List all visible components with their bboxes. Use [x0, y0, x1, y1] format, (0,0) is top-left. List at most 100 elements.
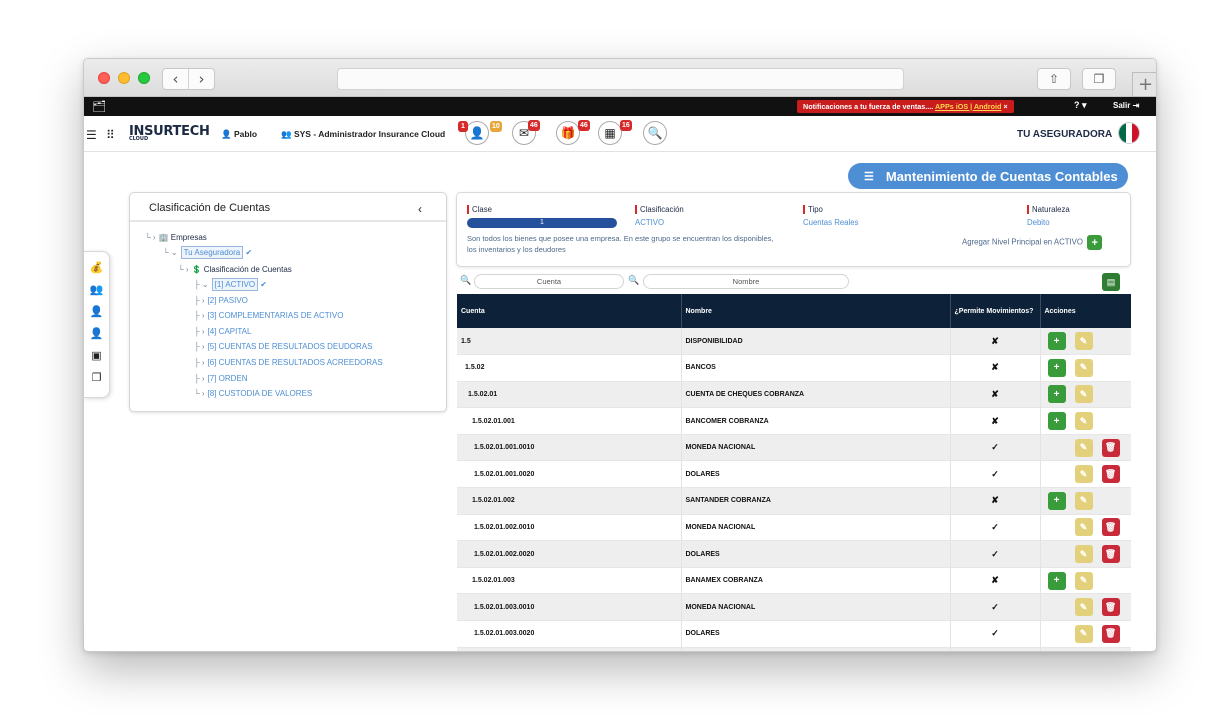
apps-grid-icon[interactable]: ⠿: [106, 128, 115, 142]
menu-icon[interactable]: ☰: [86, 128, 97, 142]
table-row: 1.5.02.01.003.0010 MONEDA NACIONAL ✓ ✎ 🗑: [457, 593, 1131, 622]
delete-button[interactable]: 🗑: [1101, 598, 1120, 617]
cell-nombre: MONEDA NACIONAL: [681, 434, 951, 462]
delete-button[interactable]: 🗑: [1101, 465, 1120, 484]
tree-item-capital[interactable]: ├ › [4] CAPITAL: [194, 327, 251, 336]
edit-button[interactable]: ✎: [1074, 571, 1093, 590]
close-window-button[interactable]: [98, 72, 110, 84]
help-icon[interactable]: ? ▾: [1074, 100, 1087, 111]
edit-button[interactable]: ✎: [1074, 545, 1093, 564]
cell-acciones: +✎: [1040, 381, 1131, 409]
add-child-button[interactable]: +: [1047, 491, 1066, 510]
cell-nombre: SANTANDER COBRANZA: [681, 487, 951, 515]
tree-item-deudoras[interactable]: ├ › [5] CUENTAS DE RESULTADOS DEUDORAS: [194, 342, 372, 351]
cell-nombre: BANCOMER COBRANZA: [681, 407, 951, 435]
share-icon[interactable]: ⇧: [1037, 68, 1071, 90]
cell-nombre: DOLARES: [681, 540, 951, 568]
briefcase-icon[interactable]: 🗂: [92, 100, 106, 113]
export-excel-button[interactable]: ▤: [1102, 273, 1120, 291]
back-button[interactable]: ‹: [163, 69, 189, 89]
cell-permite: ✘: [950, 487, 1041, 515]
address-bar[interactable]: [337, 68, 904, 90]
nombre-search-input[interactable]: Nombre: [643, 274, 849, 289]
mexico-flag-icon[interactable]: [1118, 122, 1140, 144]
user-name[interactable]: 👤 Pablo: [221, 129, 257, 140]
excel-icon[interactable]: ▣: [84, 345, 109, 367]
gift-icon[interactable]: 🎁: [556, 121, 580, 145]
delete-button[interactable]: 🗑: [1101, 624, 1120, 643]
tree-item-orden[interactable]: ├ › [7] ORDEN: [194, 374, 248, 383]
apps-link[interactable]: APPs iOS | Android: [935, 102, 1001, 111]
tree-item-pasivo[interactable]: ├ › [2] PASIVO: [194, 296, 248, 305]
app-header: ☰ ⠿ INSURTECH CLOUD 👤 Pablo 👥 SYS - Admin…: [84, 116, 1156, 152]
edit-button[interactable]: ✎: [1074, 332, 1093, 351]
cell-nombre: MONEDA NACIONAL: [681, 593, 951, 622]
tree-item-activo[interactable]: ├ ⌄ [1] ACTIVO ✔: [194, 278, 267, 291]
col-permite[interactable]: ¿Permite Movimientos?: [950, 294, 1041, 328]
search-icon[interactable]: 🔍: [643, 121, 667, 145]
notification-banner[interactable]: Notificaciones a tu fuerza de ventas....…: [797, 100, 1014, 113]
insurtech-logo[interactable]: INSURTECH CLOUD: [129, 124, 210, 142]
add-child-button[interactable]: +: [1048, 651, 1066, 652]
new-tab-button[interactable]: +: [1132, 72, 1156, 97]
tree-item-complementarias[interactable]: ├ › [3] COMPLEMENTARIAS DE ACTIVO: [194, 311, 343, 320]
cell-nombre: MONEDA NACIONAL: [681, 514, 951, 542]
users-icon[interactable]: 👤: [465, 121, 489, 145]
cell-acciones: ✎ 🗑: [1040, 460, 1131, 489]
tree-item-acreedoras[interactable]: ├ › [6] CUENTAS DE RESULTADOS ACREEDORAS: [194, 358, 383, 367]
edit-button[interactable]: ✎: [1074, 438, 1093, 457]
tabs-icon[interactable]: ❐: [1082, 68, 1116, 90]
table-row: 1.5 DISPONIBILIDAD ✘ + ✎: [457, 328, 1131, 356]
edit-button[interactable]: ✎: [1074, 358, 1093, 377]
accounts-tree-panel: Clasificación de Cuentas ‹ └ › 🏢 Empresas…: [129, 192, 447, 412]
add-child-button[interactable]: +: [1047, 571, 1066, 590]
delete-button[interactable]: 🗑: [1101, 438, 1120, 457]
add-child-button[interactable]: +: [1047, 385, 1066, 404]
maximize-window-button[interactable]: [138, 72, 150, 84]
edit-button[interactable]: ✎: [1074, 385, 1093, 404]
edit-button[interactable]: ✎: [1074, 518, 1093, 537]
edit-button[interactable]: ✎: [1074, 624, 1093, 643]
edit-button[interactable]: ✎: [1074, 491, 1093, 510]
maintenance-title-button[interactable]: ☰ Mantenimiento de Cuentas Contables: [848, 163, 1128, 189]
tree-node-empresas[interactable]: └ › 🏢 Empresas: [145, 233, 207, 242]
delete-button[interactable]: 🗑: [1101, 545, 1120, 564]
add-child-button[interactable]: +: [1047, 332, 1066, 351]
edit-button[interactable]: ✎: [1075, 651, 1093, 652]
close-icon[interactable]: ×: [1003, 102, 1007, 111]
add-child-button[interactable]: +: [1047, 358, 1066, 377]
person-check-icon[interactable]: 👤: [84, 323, 109, 345]
role-label[interactable]: 👥 SYS - Administrador Insurance Cloud: [281, 129, 445, 140]
add-main-level-button[interactable]: +: [1087, 235, 1103, 250]
class-info-card: Clase 1 Clasificación ACTIVO Tipo Cuentas …: [456, 192, 1131, 267]
delete-button[interactable]: 🗑: [1101, 518, 1120, 537]
collapse-icon[interactable]: ‹: [418, 202, 422, 216]
accounts-table: Cuenta Nombre ¿Permite Movimientos? Acci…: [457, 294, 1131, 652]
tree-item-custodia[interactable]: └ › [8] CUSTODIA DE VALORES: [194, 389, 312, 398]
cell-cuenta: 1.5: [457, 328, 682, 356]
logout-link[interactable]: Salir ⇥: [1113, 101, 1139, 110]
col-nombre[interactable]: Nombre: [681, 294, 951, 328]
calendar-icon[interactable]: ▦: [598, 121, 622, 145]
calendar-badge: 16: [620, 120, 632, 131]
tree-node-tu-aseguradora[interactable]: └ ⌄ Tu Aseguradora ✔: [163, 246, 252, 259]
forward-button[interactable]: ›: [189, 69, 214, 89]
edit-button[interactable]: ✎: [1074, 412, 1093, 431]
table-row: 1.5.02.01.002 SANTANDER COBRANZA ✘ + ✎: [457, 487, 1131, 515]
cell-acciones: ✎ 🗑: [1040, 434, 1131, 462]
cell-permite: ✓: [950, 434, 1041, 462]
edit-button[interactable]: ✎: [1074, 598, 1093, 617]
col-cuenta[interactable]: Cuenta: [457, 294, 682, 328]
cell-acciones: ✎ 🗑: [1040, 514, 1131, 542]
copy-icon[interactable]: ❐: [84, 367, 109, 389]
team-icon[interactable]: 👥: [84, 279, 109, 301]
cuenta-search-input[interactable]: Cuenta: [474, 274, 624, 289]
minimize-window-button[interactable]: [118, 72, 130, 84]
tree-node-clasificacion[interactable]: └ › 💲 Clasificación de Cuentas: [178, 265, 292, 274]
add-child-button[interactable]: +: [1047, 412, 1066, 431]
edit-button[interactable]: ✎: [1074, 465, 1093, 484]
cell-cuenta: 1.5.02: [457, 354, 682, 382]
money-icon[interactable]: 💰: [84, 257, 109, 279]
person-icon[interactable]: 👤: [84, 301, 109, 323]
